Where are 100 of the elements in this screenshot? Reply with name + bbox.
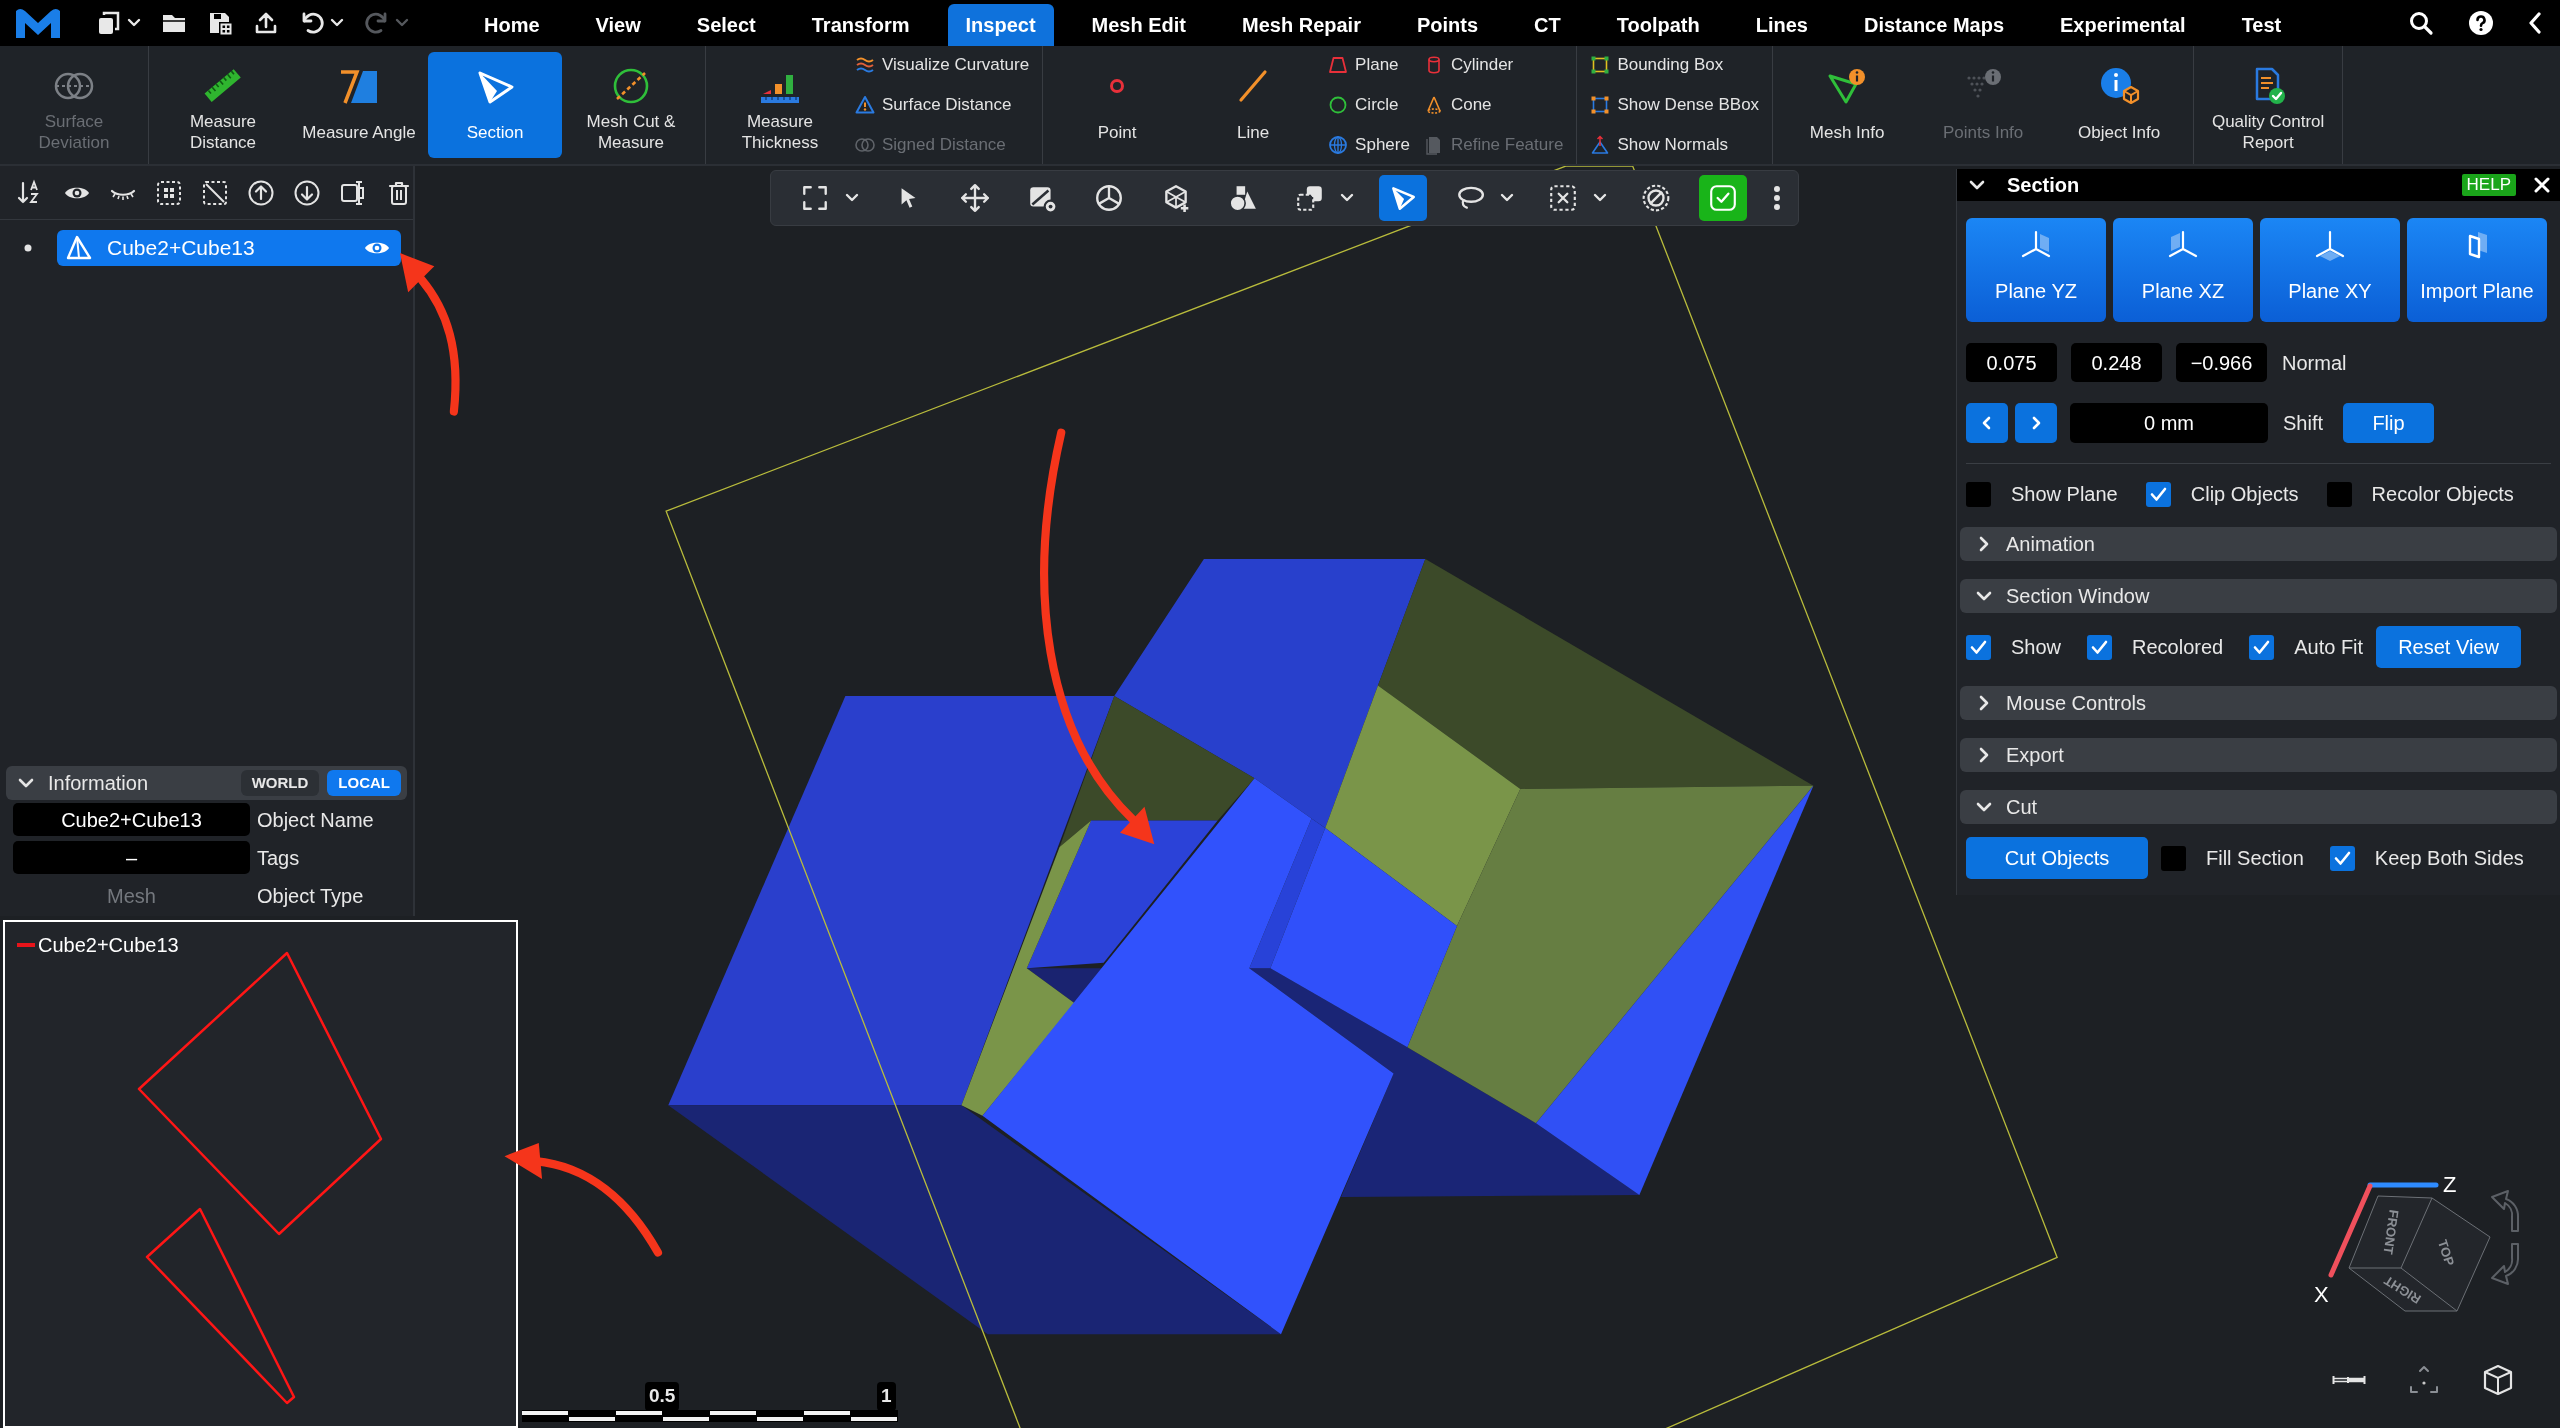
ribbon-button[interactable]: Measure Angle (292, 52, 426, 158)
menu-tab[interactable]: Distance Maps (1845, 4, 2023, 46)
plane-button[interactable]: Plane XZ (2113, 218, 2253, 322)
ribbon-button[interactable]: Mesh Info (1780, 52, 1915, 158)
chevron-left-icon[interactable] (2528, 12, 2542, 34)
triangle-icon (65, 234, 93, 262)
checkbox[interactable] (2087, 634, 2113, 660)
wireframe-cube-icon[interactable] (2482, 1364, 2514, 1396)
ribbon-button[interactable]: Bounding Box (1588, 52, 1762, 78)
ribbon-button[interactable]: Mesh Cut & Measure (564, 52, 698, 158)
menu-tab[interactable]: Inspect (947, 4, 1054, 46)
menu-tab[interactable]: Select (678, 4, 774, 46)
arrow-down-circle-icon[interactable] (293, 178, 321, 207)
ribbon-button[interactable]: Point (1050, 52, 1185, 158)
plane-button[interactable]: Plane YZ (1966, 218, 2106, 322)
arrow-up-circle-icon[interactable] (247, 178, 275, 207)
select-all-icon[interactable] (155, 178, 183, 207)
section-title: Information (48, 771, 149, 796)
action-button[interactable]: Reset View (2376, 626, 2521, 668)
number-field[interactable]: −0.966 (2176, 343, 2267, 382)
ribbon-button[interactable]: Show Dense BBox (1588, 92, 1762, 118)
menu-tab[interactable]: Experimental (2042, 4, 2204, 46)
menu-tab[interactable]: Test (2223, 4, 2300, 46)
menu-tab[interactable]: CT (1516, 4, 1579, 46)
menu-tab[interactable]: Transform (793, 4, 928, 46)
ribbon-button[interactable]: Circle (1326, 92, 1412, 118)
checkbox-label: Clip Objects (2190, 482, 2299, 507)
flip-button[interactable]: Flip (2343, 403, 2435, 443)
previous-button[interactable] (1966, 403, 2008, 443)
section-header[interactable]: Export (1960, 738, 2557, 772)
menu-tab[interactable]: Lines (1737, 4, 1826, 46)
plane-button[interactable]: Plane XY (2260, 218, 2400, 322)
checkbox-label: Auto Fit (2294, 635, 2364, 660)
menu-tab[interactable]: Points (1398, 4, 1497, 46)
ribbon-button[interactable]: Measure Distance (156, 52, 290, 158)
checkbox[interactable] (2326, 481, 2352, 507)
coordinate-mode-button[interactable]: WORLD (240, 770, 320, 796)
deselect-icon[interactable] (201, 178, 229, 207)
corner-brackets-icon[interactable] (2408, 1365, 2440, 1395)
ribbon-button[interactable]: Surface Distance (853, 92, 1032, 118)
ribbon-button[interactable]: Quality Control Report (2201, 52, 2336, 158)
ribbon-button[interactable]: Cylinder (1421, 52, 1566, 78)
globe-icon (1328, 135, 1349, 155)
triangle-arrow-icon (1590, 135, 1611, 155)
checkbox[interactable] (2161, 845, 2186, 871)
menu-tab[interactable]: Toolpath (1598, 4, 1718, 46)
help-icon[interactable] (2468, 10, 2494, 36)
menu-tab[interactable]: View (577, 4, 659, 46)
number-field[interactable]: 0.075 (1966, 343, 2057, 382)
coordinate-mode-button[interactable]: LOCAL (327, 770, 401, 796)
menu-tab[interactable]: Home (466, 4, 558, 46)
ribbon-button[interactable]: Measure Thickness (713, 52, 847, 158)
chevron-left-icon (1981, 415, 1993, 431)
bounding-box-icon (1590, 95, 1611, 115)
checkbox[interactable] (2145, 481, 2171, 507)
checkbox-label: Show Plane (2011, 482, 2118, 507)
app-logo-icon (16, 8, 60, 38)
checkbox[interactable] (1966, 634, 1991, 660)
line-icon (1238, 69, 1269, 103)
section-header[interactable]: Section Window (1960, 579, 2557, 613)
checkbox[interactable] (2329, 845, 2355, 871)
object-list-item[interactable]: Cube2+Cube13 (57, 230, 401, 266)
ribbon-button[interactable]: Show Normals (1588, 132, 1762, 158)
close-icon[interactable] (2534, 177, 2550, 193)
checkbox[interactable] (1966, 481, 1991, 507)
checkbox-label: Fill Section (2206, 846, 2304, 871)
action-button[interactable]: Cut Objects (1966, 837, 2148, 879)
checkbox-label: Keep Both Sides (2374, 846, 2524, 871)
section-header[interactable]: Mouse Controls (1960, 686, 2557, 720)
section-header[interactable]: Cut (1960, 790, 2557, 824)
menu-tab[interactable]: Mesh Repair (1224, 4, 1379, 46)
ribbon-button[interactable]: Visualize Curvature (853, 52, 1032, 78)
ribbon-button[interactable]: Sphere (1326, 132, 1412, 158)
view-cube[interactable] (2348, 1195, 2491, 1312)
next-button[interactable] (2015, 403, 2057, 443)
info-field[interactable]: Cube2+Cube13 (13, 803, 250, 836)
ribbon-button[interactable]: Plane (1326, 52, 1412, 78)
chevron-right-icon (2030, 415, 2042, 431)
number-field[interactable]: 0.248 (2071, 343, 2162, 382)
checkbox[interactable] (2249, 634, 2275, 660)
ribbon-button[interactable]: Section (428, 52, 562, 158)
section-header[interactable]: Animation (1960, 527, 2557, 561)
search-icon[interactable] (2408, 10, 2434, 36)
checkmark-icon (2149, 486, 2167, 502)
plane-button[interactable]: Import Plane (2407, 218, 2547, 322)
shift-field[interactable]: 0 mm (2070, 403, 2268, 443)
info-value: Mesh (106, 883, 157, 909)
checkbox-label: Show (2011, 635, 2062, 660)
dimension-line-icon[interactable] (2332, 1375, 2366, 1385)
ribbon-button[interactable]: Cone (1421, 92, 1566, 118)
checkmark-icon (1970, 639, 1987, 655)
z-axis-line (2367, 1182, 2439, 1188)
ribbon-button[interactable]: Line (1186, 52, 1321, 158)
circle-icon (1328, 95, 1349, 115)
field-label: Shift (2283, 411, 2324, 436)
ribbon-button[interactable]: Object Info (2052, 52, 2187, 158)
split-rectangle-icon[interactable] (339, 178, 367, 207)
toolbar-button[interactable] (1379, 175, 1427, 221)
menu-tab[interactable]: Mesh Edit (1073, 4, 1205, 46)
info-field[interactable]: – (13, 841, 250, 874)
